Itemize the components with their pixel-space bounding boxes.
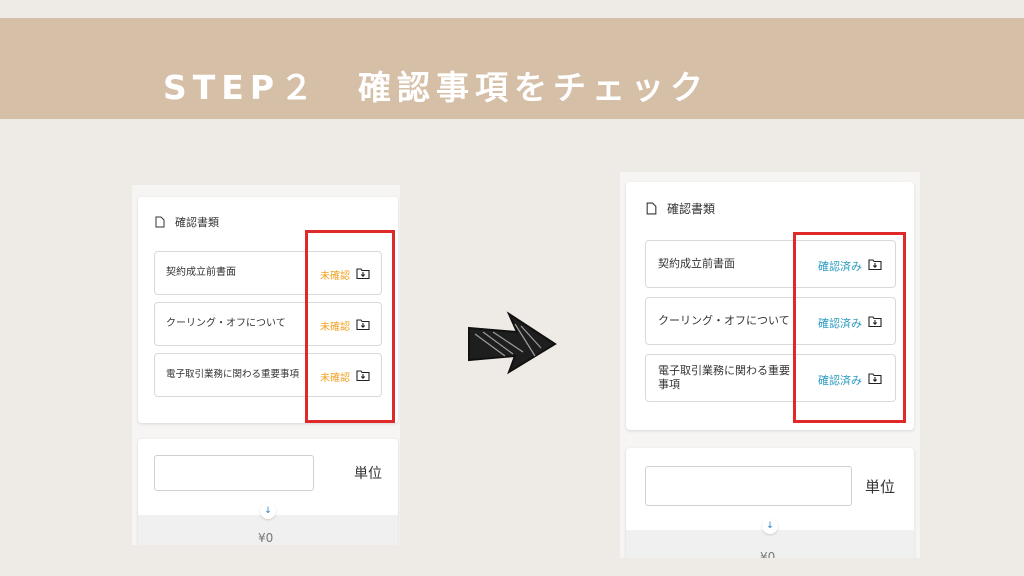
card-header: 確認書類 xyxy=(646,200,715,217)
section-title: 確認書類 xyxy=(175,216,219,229)
section-title: 確認書類 xyxy=(667,202,716,216)
amount-card: 単位 ↓ ¥0 xyxy=(138,439,398,545)
unit-label: 単位 xyxy=(354,466,382,482)
document-label: 電子取引業務に関わる重要事項 xyxy=(166,369,300,380)
document-icon xyxy=(646,202,657,215)
document-label: 契約成立前書面 xyxy=(658,257,735,270)
document-icon xyxy=(155,216,165,228)
amount-value: ¥0 xyxy=(760,550,776,558)
before-screen: 確認書類 契約成立前書面 未確認 クーリング・オフについて 未確認 電子取引業務… xyxy=(132,185,400,545)
down-arrow-icon[interactable]: ↓ xyxy=(762,518,778,534)
document-label: 電子取引業務に関わる重要事項 xyxy=(658,364,790,391)
document-label: 契約成立前書面 xyxy=(166,267,236,278)
down-arrow-icon[interactable]: ↓ xyxy=(260,503,276,519)
card-header: 確認書類 xyxy=(155,214,219,230)
unit-label: 単位 xyxy=(865,478,896,496)
step-banner: STEP２ 確認事項をチェック xyxy=(0,18,1024,119)
amount-card: 単位 ↓ ¥0 xyxy=(626,448,914,558)
right-arrow-icon xyxy=(468,311,557,375)
amount-value: ¥0 xyxy=(258,531,274,545)
document-label: クーリング・オフについて xyxy=(166,318,286,329)
document-label: クーリング・オフについて xyxy=(658,314,790,327)
highlight-box xyxy=(305,230,395,423)
amount-input[interactable] xyxy=(154,455,314,491)
amount-input[interactable] xyxy=(645,466,852,506)
after-screen: 確認書類 契約成立前書面 確認済み クーリング・オフについて 確認済み 電子取引… xyxy=(620,172,920,558)
highlight-box xyxy=(793,232,906,423)
step-title: STEP２ 確認事項をチェック xyxy=(163,68,710,107)
